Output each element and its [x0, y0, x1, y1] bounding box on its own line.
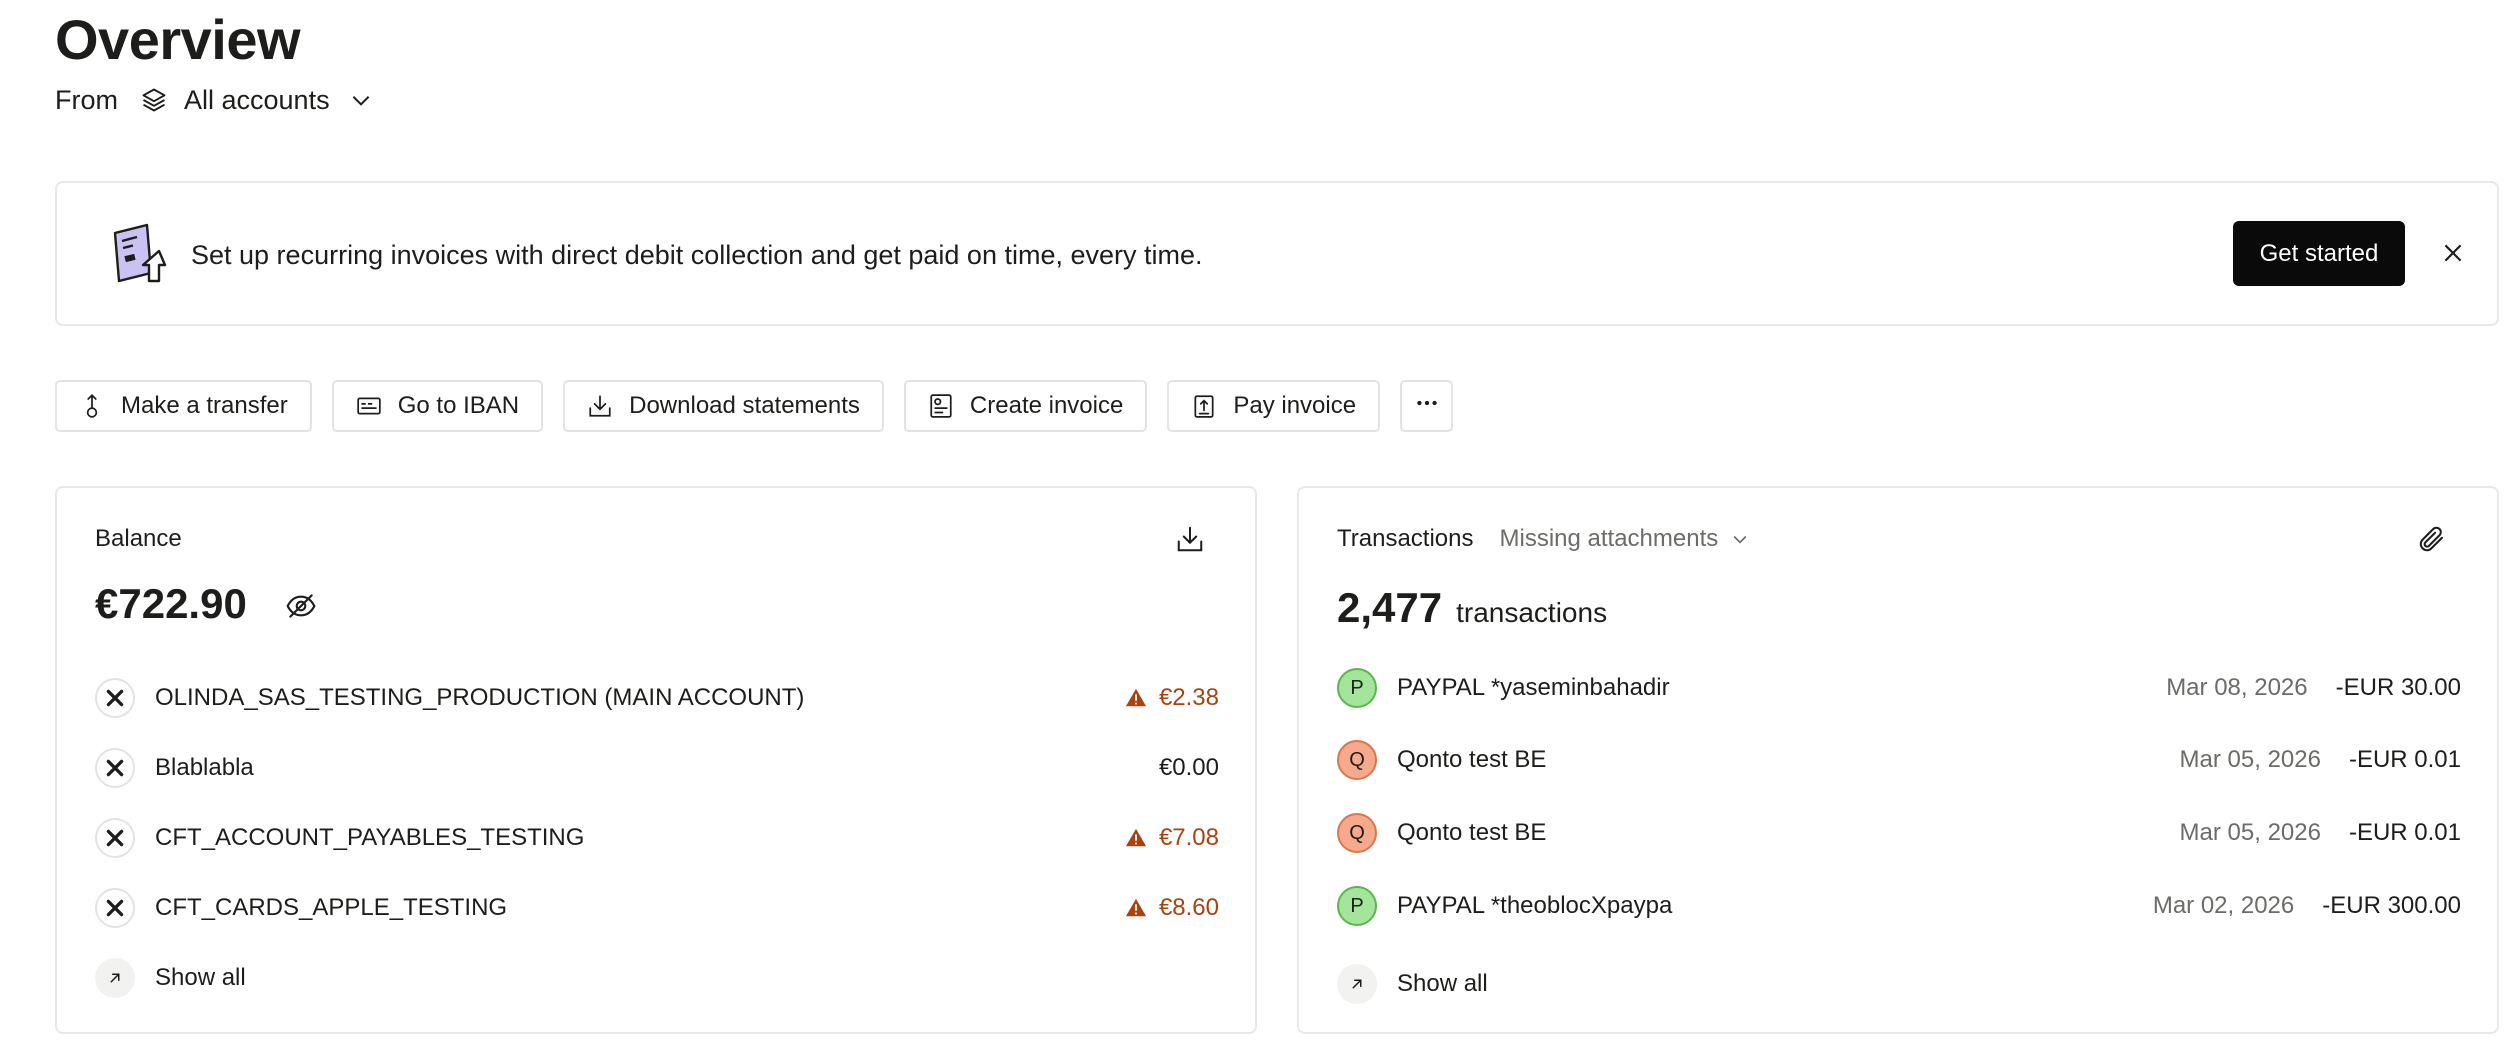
arrow-up-right-icon	[95, 958, 135, 998]
account-amount: €2.38	[1125, 684, 1219, 712]
pay-invoice-button[interactable]: Pay invoice	[1167, 380, 1381, 432]
show-all-label: Show all	[1397, 970, 1488, 997]
transactions-filter-label: Missing attachments	[1499, 525, 1719, 552]
transaction-amount: -EUR 30.00	[2335, 674, 2461, 701]
account-amount-value: €7.08	[1158, 824, 1219, 851]
account-filter-row: From All accounts	[55, 80, 374, 120]
merchant-name: Qonto test BE	[1397, 819, 1547, 846]
merchant-avatar: Q	[1337, 813, 1377, 853]
account-row[interactable]: CFT_ACCOUNT_PAYABLES_TESTING €7.08	[95, 818, 1219, 858]
create-invoice-label: Create invoice	[969, 392, 1124, 419]
account-name: OLINDA_SAS_TESTING_PRODUCTION (MAIN ACCO…	[155, 684, 805, 711]
transaction-row[interactable]: P PAYPAL *theoblocXpaypa Mar 02, 2026 -E…	[1337, 886, 2461, 926]
make-transfer-label: Make a transfer	[121, 392, 288, 419]
create-invoice-button[interactable]: Create invoice	[903, 380, 1148, 432]
download-statements-label: Download statements	[629, 392, 860, 419]
account-amount-value: €2.38	[1158, 684, 1219, 711]
account-row[interactable]: OLINDA_SAS_TESTING_PRODUCTION (MAIN ACCO…	[95, 678, 1219, 718]
merchant-avatar: P	[1337, 886, 1377, 926]
chevron-down-icon	[348, 87, 374, 113]
balance-card: Balance €722.90 OLINDA_SAS_TESTING_PRODU…	[55, 486, 1257, 1034]
chevron-down-icon	[1730, 529, 1750, 549]
warning-icon	[1125, 827, 1147, 849]
quick-actions: Make a transfer Go to IBAN Download stat…	[55, 380, 1454, 432]
account-selector-label: All accounts	[184, 84, 330, 115]
account-name: Blablabla	[155, 754, 254, 781]
transactions-show-all-link[interactable]: Show all	[1337, 964, 1488, 1004]
transaction-date: Mar 05, 2026	[2179, 819, 2321, 846]
transactions-count: 2,477 transactions	[1337, 584, 1607, 632]
merchant-name: PAYPAL *yaseminbahadir	[1397, 674, 1670, 701]
account-amount-value: €8.60	[1158, 894, 1219, 921]
more-actions-button[interactable]	[1400, 380, 1454, 432]
transaction-date: Mar 02, 2026	[2152, 892, 2295, 919]
transaction-row[interactable]: P PAYPAL *yaseminbahadir Mar 08, 2026 -E…	[1337, 668, 2461, 708]
balance-amount: €722.90	[95, 580, 247, 627]
merchant-name: PAYPAL *theoblocXpaypa	[1397, 892, 1673, 919]
transaction-row[interactable]: Q Qonto test BE Mar 05, 2026 -EUR 0.01	[1337, 813, 2461, 853]
qonto-logo-icon	[95, 818, 135, 858]
qonto-logo-icon	[95, 748, 135, 788]
show-all-label: Show all	[155, 964, 246, 991]
page-title: Overview	[55, 8, 301, 71]
qonto-logo-icon	[95, 678, 135, 718]
merchant-name: Qonto test BE	[1397, 746, 1547, 773]
account-row[interactable]: Blablabla €0.00	[95, 748, 1219, 788]
transfer-icon	[79, 393, 105, 419]
pay-invoice-icon	[1191, 393, 1217, 419]
account-name: CFT_CARDS_APPLE_TESTING	[155, 894, 508, 921]
iban-card-icon	[356, 393, 382, 419]
from-label: From	[55, 84, 118, 115]
merchant-avatar: Q	[1337, 740, 1377, 780]
download-icon	[587, 393, 613, 419]
transaction-amount: -EUR 0.01	[2348, 819, 2461, 846]
promo-banner: Set up recurring invoices with direct de…	[55, 181, 2499, 326]
qonto-logo-icon	[95, 888, 135, 928]
go-to-iban-label: Go to IBAN	[397, 392, 520, 419]
account-amount-value: €0.00	[1158, 754, 1219, 781]
warning-icon	[1125, 687, 1147, 709]
warning-icon	[1125, 897, 1147, 919]
merchant-avatar: P	[1337, 668, 1377, 708]
download-statements-button[interactable]: Download statements	[563, 380, 884, 432]
download-icon[interactable]	[1173, 522, 1207, 556]
transactions-label: Transactions	[1337, 525, 1474, 552]
arrow-up-right-icon	[1337, 964, 1377, 1004]
transactions-count-unit: transactions	[1456, 597, 1608, 628]
account-name: CFT_ACCOUNT_PAYABLES_TESTING	[155, 824, 585, 851]
close-icon[interactable]	[2433, 233, 2473, 273]
transactions-header: Transactions Missing attachments	[1337, 524, 1750, 554]
get-started-button[interactable]: Get started	[2233, 221, 2405, 286]
account-selector[interactable]: All accounts	[140, 85, 374, 116]
make-transfer-button[interactable]: Make a transfer	[55, 380, 312, 432]
invoice-illustration-icon	[107, 221, 169, 287]
transaction-date: Mar 05, 2026	[2179, 746, 2321, 773]
transactions-count-value: 2,477	[1337, 584, 1443, 631]
transactions-card: Transactions Missing attachments 2,477 t…	[1297, 486, 2499, 1034]
account-amount: €8.60	[1125, 894, 1219, 922]
transaction-amount: -EUR 0.01	[2348, 746, 2461, 773]
account-amount: €7.08	[1125, 824, 1219, 852]
banner-text: Set up recurring invoices with direct de…	[191, 240, 1203, 270]
balance-show-all-link[interactable]: Show all	[95, 958, 246, 998]
transactions-filter-dropdown[interactable]: Missing attachments	[1500, 524, 1751, 554]
layers-icon	[140, 86, 168, 114]
account-amount: €0.00	[1159, 754, 1219, 782]
pay-invoice-label: Pay invoice	[1233, 392, 1357, 419]
account-row[interactable]: CFT_CARDS_APPLE_TESTING €8.60	[95, 888, 1219, 928]
transaction-amount: -EUR 300.00	[2322, 892, 2461, 919]
invoice-icon	[928, 393, 954, 419]
eye-off-icon[interactable]	[285, 590, 317, 622]
more-horizontal-icon	[1414, 390, 1440, 423]
go-to-iban-button[interactable]: Go to IBAN	[331, 380, 544, 432]
paperclip-icon[interactable]	[2415, 522, 2449, 556]
balance-label: Balance	[95, 525, 182, 552]
transaction-date: Mar 08, 2026	[2166, 674, 2308, 701]
transaction-row[interactable]: Q Qonto test BE Mar 05, 2026 -EUR 0.01	[1337, 740, 2461, 780]
